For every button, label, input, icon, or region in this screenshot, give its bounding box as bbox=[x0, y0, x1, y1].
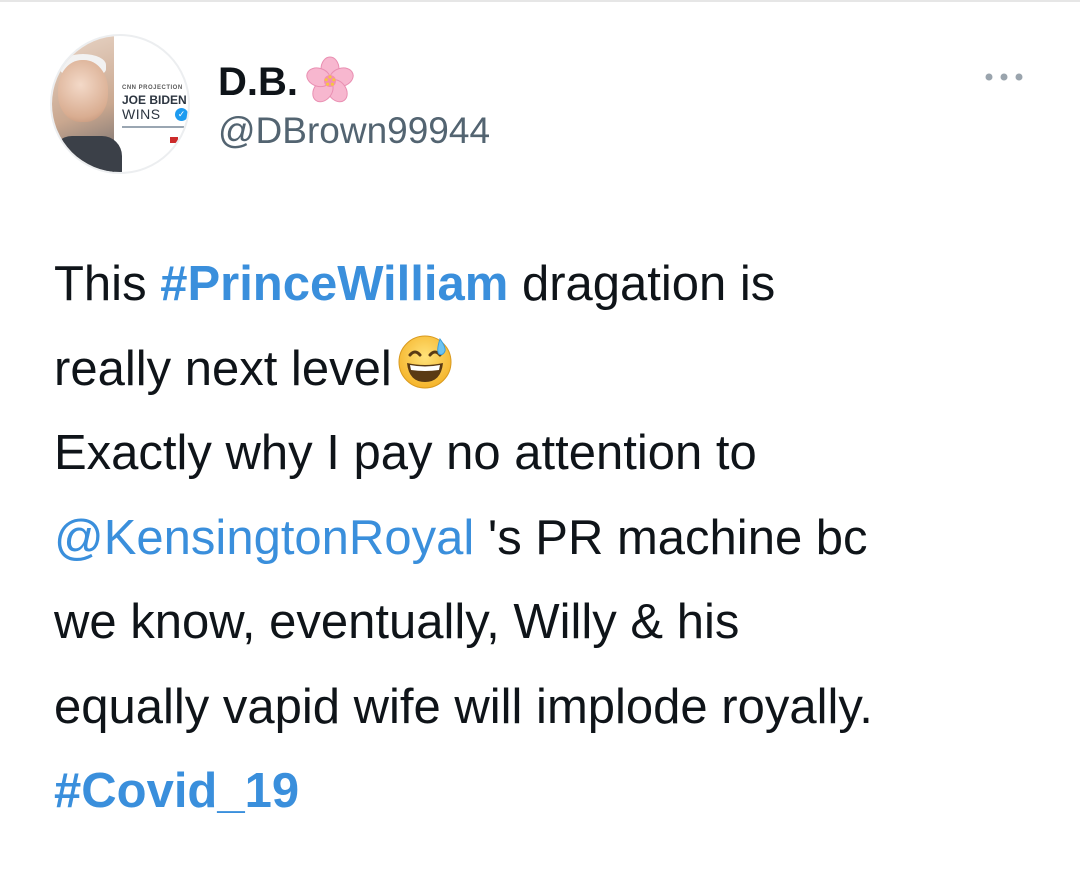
username[interactable]: @DBrown99944 bbox=[218, 110, 490, 152]
display-name[interactable]: D.B. bbox=[218, 60, 298, 104]
text-segment: 's PR machine bc bbox=[474, 510, 868, 565]
hashtag-link[interactable]: #PrinceWilliam bbox=[160, 257, 508, 311]
avatar-suit bbox=[52, 136, 122, 172]
tweet-line: #Covid_19 bbox=[54, 749, 1054, 834]
avatar-rule bbox=[122, 126, 184, 128]
tweet-line: @KensingtonRoyal 's PR machine bc bbox=[54, 496, 1054, 581]
mention-link[interactable]: @KensingtonRoyal bbox=[54, 511, 474, 565]
tweet-line: we know, eventually, Willy & his bbox=[54, 595, 740, 649]
text-segment: dragation is bbox=[508, 257, 776, 311]
tweet-line: Exactly why I pay no attention to bbox=[54, 426, 757, 480]
avatar-headline: JOE BIDEN bbox=[122, 93, 187, 107]
tweet-text: This #PrinceWilliam dragation is really … bbox=[54, 242, 1054, 834]
tweet-card: CNN PROJECTION JOE BIDEN WINS ✓ D.B. @DB… bbox=[0, 0, 1080, 876]
avatar-headline-2: WINS bbox=[122, 106, 161, 122]
tweet-line: really next level bbox=[54, 327, 1054, 412]
network-logo-icon bbox=[170, 137, 178, 143]
verified-check-icon: ✓ bbox=[175, 108, 188, 121]
avatar-kicker: CNN PROJECTION bbox=[122, 85, 183, 91]
avatar[interactable]: CNN PROJECTION JOE BIDEN WINS ✓ bbox=[50, 34, 190, 174]
cherry-blossom-icon bbox=[306, 56, 354, 103]
text-segment: really next level bbox=[54, 341, 392, 396]
hashtag-link[interactable]: #Covid_19 bbox=[54, 764, 299, 818]
more-horizontal-icon[interactable] bbox=[982, 68, 1026, 86]
tweet-line: This #PrinceWilliam dragation is bbox=[54, 242, 1054, 327]
grinning-face-with-sweat-icon bbox=[398, 335, 452, 388]
tweet-line: equally vapid wife will implode royally. bbox=[54, 679, 873, 734]
text-segment: This bbox=[54, 257, 161, 311]
avatar-face bbox=[58, 60, 108, 122]
